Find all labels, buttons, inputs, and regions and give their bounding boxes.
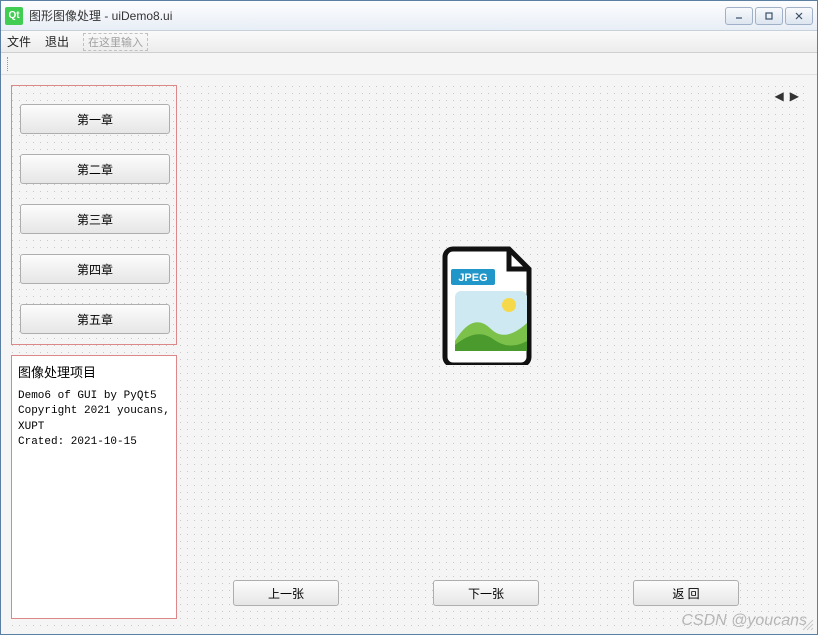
jpeg-file-icon: JPEG	[441, 245, 541, 365]
prev-button[interactable]: 上一张	[233, 580, 339, 606]
back-button[interactable]: 返 回	[633, 580, 739, 606]
menu-file[interactable]: 文件	[7, 33, 31, 50]
toolbar-grip-icon[interactable]	[7, 57, 13, 71]
nav-arrows: ◀ ▶	[775, 89, 799, 103]
close-button[interactable]	[785, 7, 813, 25]
resize-grip-icon[interactable]	[801, 618, 815, 632]
app-window: Qt 图形图像处理 - uiDemo8.ui 文件 退出 在这里输入 ◀ ▶	[0, 0, 818, 635]
chapter-panel: 第一章 第二章 第三章 第四章 第五章	[11, 85, 177, 345]
window-title: 图形图像处理 - uiDemo8.ui	[29, 7, 172, 24]
nav-left-icon[interactable]: ◀	[775, 89, 784, 103]
chapter-3-button[interactable]: 第三章	[20, 204, 170, 234]
jpeg-badge-text: JPEG	[458, 272, 487, 284]
menu-exit[interactable]: 退出	[45, 33, 69, 50]
chapter-2-button[interactable]: 第二章	[20, 154, 170, 184]
next-button[interactable]: 下一张	[433, 580, 539, 606]
menu-bar: 文件 退出 在这里输入	[1, 31, 817, 53]
chapter-5-button[interactable]: 第五章	[20, 304, 170, 334]
qt-logo-icon: Qt	[5, 7, 23, 25]
client-area: ◀ ▶ 第一章 第二章 第三章 第四章 第五章 图像处理项目 Demo6 of …	[1, 75, 817, 634]
info-panel: 图像处理项目 Demo6 of GUI by PyQt5 Copyright 2…	[11, 355, 177, 619]
menu-placeholder[interactable]: 在这里输入	[83, 33, 148, 51]
toolbar	[1, 53, 817, 75]
minimize-button[interactable]	[725, 7, 753, 25]
chapter-1-button[interactable]: 第一章	[20, 104, 170, 134]
nav-right-icon[interactable]: ▶	[790, 89, 799, 103]
chapter-4-button[interactable]: 第四章	[20, 254, 170, 284]
title-bar: Qt 图形图像处理 - uiDemo8.ui	[1, 1, 817, 31]
maximize-button[interactable]	[755, 7, 783, 25]
info-title: 图像处理项目	[18, 362, 170, 381]
info-body: Demo6 of GUI by PyQt5 Copyright 2021 you…	[18, 389, 170, 451]
window-controls	[725, 7, 813, 25]
